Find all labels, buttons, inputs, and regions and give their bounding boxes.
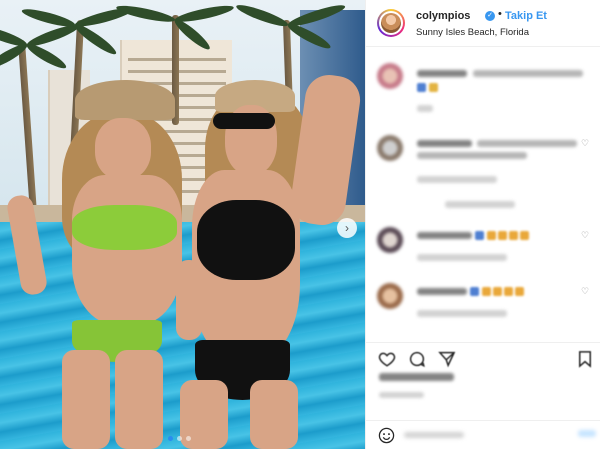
carousel-indicator [168, 436, 191, 441]
carousel-dot [168, 436, 173, 441]
list-item: ♡ [377, 227, 593, 277]
next-photo-button[interactable]: › [337, 218, 357, 238]
avatar[interactable] [377, 135, 403, 161]
sunglasses [213, 113, 275, 129]
username-link[interactable]: colympios [416, 10, 470, 22]
carousel-dot [177, 436, 182, 441]
green-bikini-top [72, 205, 177, 250]
bucket-hat [75, 80, 175, 120]
share-icon[interactable] [438, 350, 456, 368]
smile-icon[interactable] [378, 427, 395, 444]
heart-icon[interactable]: ♡ [581, 231, 589, 240]
location-link[interactable]: Sunny Isles Beach, Florida [416, 27, 529, 38]
action-bar [366, 342, 600, 371]
carousel-dot [186, 436, 191, 441]
comment-list: ♡ ♡ ♡ [366, 47, 600, 337]
comment-icon[interactable] [408, 350, 426, 368]
list-item: ♡ [377, 135, 593, 215]
bookmark-icon[interactable] [576, 350, 594, 368]
black-bikini-top [197, 200, 295, 280]
avatar[interactable] [377, 227, 403, 253]
separator: • [498, 8, 502, 20]
caption [377, 63, 593, 123]
avatar[interactable] [377, 9, 405, 37]
follow-button[interactable]: Takip Et [505, 10, 547, 22]
avatar[interactable] [377, 63, 403, 89]
post-sidebar: colympios ✓ • Takip Et Sunny Isles Beach… [365, 0, 600, 449]
heart-icon[interactable]: ♡ [581, 287, 589, 296]
avatar[interactable] [377, 283, 403, 309]
heart-icon[interactable]: ♡ [581, 139, 589, 148]
post-header: colympios ✓ • Takip Et Sunny Isles Beach… [366, 0, 600, 47]
heart-icon[interactable] [378, 350, 396, 368]
check-icon: ✓ [485, 11, 495, 21]
comment-input[interactable] [404, 428, 544, 442]
chevron-right-icon: › [345, 221, 349, 235]
post-photo[interactable]: › [0, 0, 365, 449]
list-item: ♡ [377, 283, 593, 333]
add-comment-bar [366, 420, 600, 450]
